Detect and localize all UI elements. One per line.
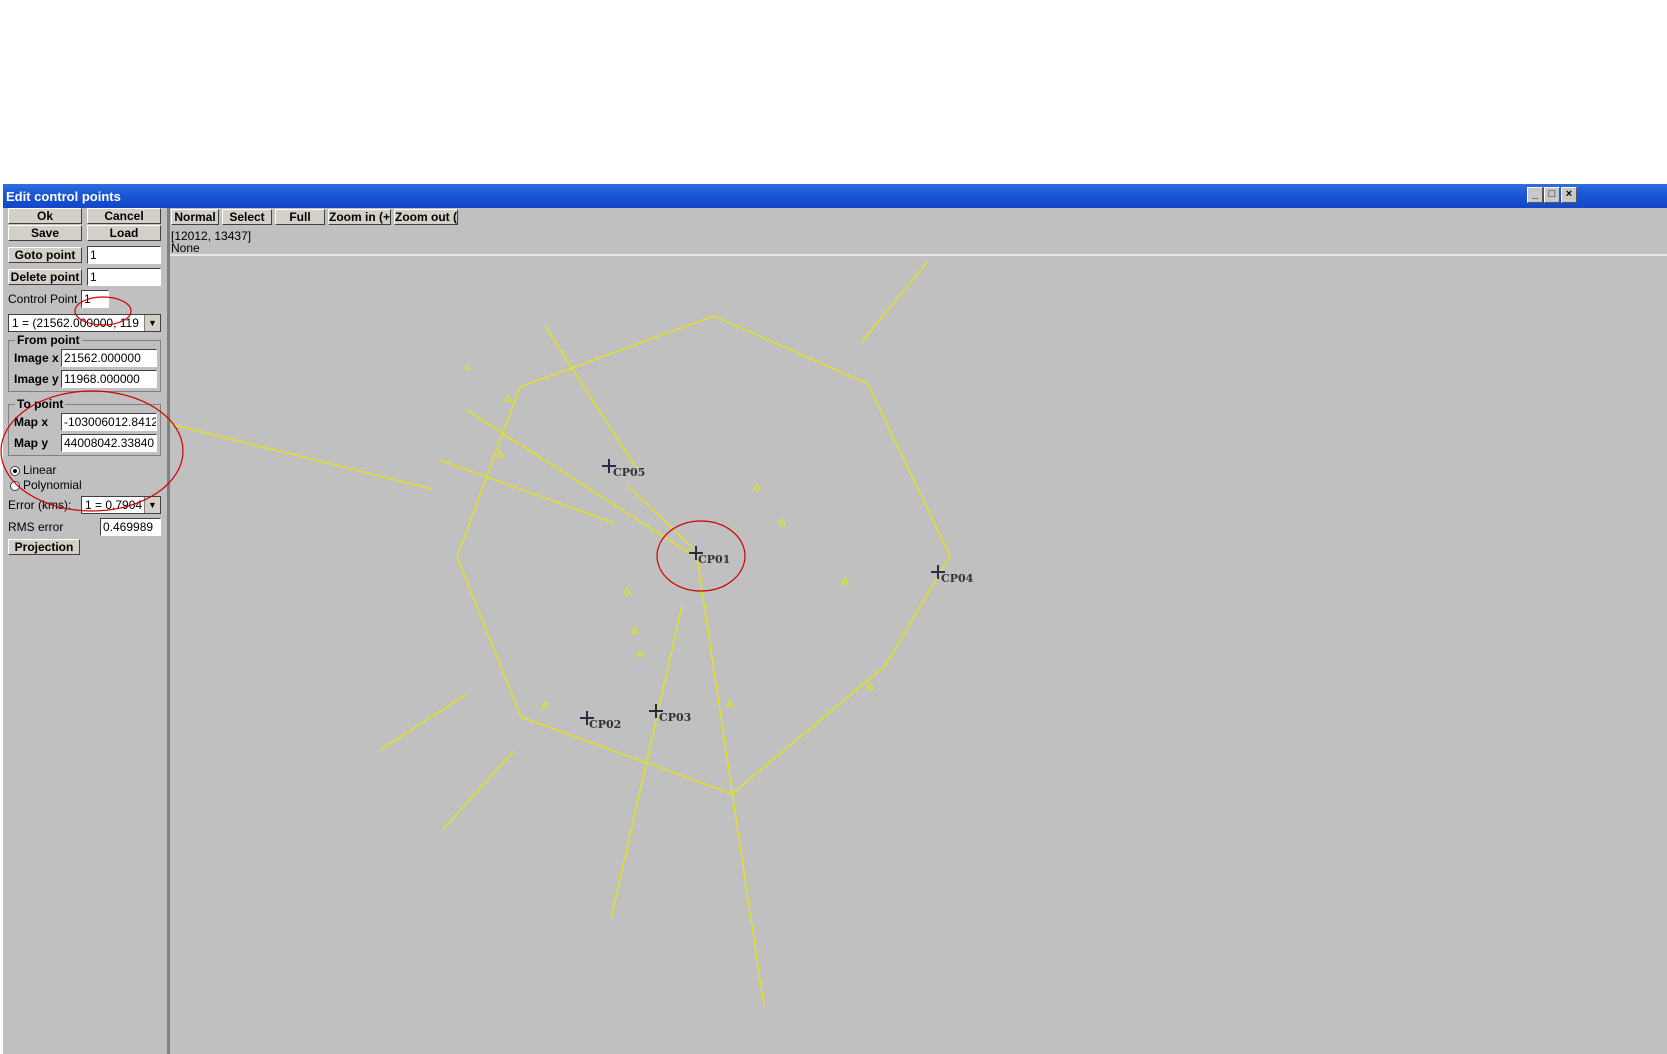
image-x-input[interactable]: 21562.000000	[61, 349, 157, 367]
cp05-label: CP05	[613, 466, 645, 479]
polynomial-radio[interactable]	[10, 481, 20, 491]
map-x-label: Map x	[14, 415, 49, 429]
save-button[interactable]: Save	[8, 225, 82, 241]
control-point-cp01[interactable]: CP01	[689, 546, 730, 566]
linear-label: Linear	[23, 463, 57, 477]
zoom-out-button[interactable]: Zoom out (-)	[394, 209, 458, 225]
from-point-group: From point Image x 21562.000000 Image y …	[8, 333, 161, 392]
goto-point-input[interactable]: 1	[87, 246, 161, 264]
control-panel: Ok Cancel Save Load Goto point 1 Delete …	[3, 208, 170, 1054]
chevron-down-icon[interactable]: ▼	[144, 497, 160, 513]
image-y-input[interactable]: 11968.000000	[61, 370, 157, 388]
delete-point-input[interactable]: 1	[87, 268, 161, 286]
map-y-input[interactable]: 44008042.33840	[61, 434, 157, 452]
to-point-caption: To point	[15, 397, 66, 411]
maximize-icon[interactable]: □	[1544, 187, 1560, 203]
residual-markers	[464, 365, 874, 709]
delete-point-button[interactable]: Delete point	[8, 269, 82, 285]
window-title: Edit control points	[6, 189, 121, 204]
map-panel: Normal Select Full Zoom in (+) Zoom out …	[170, 208, 1667, 1054]
control-point-input[interactable]: 1	[81, 290, 109, 308]
point-select[interactable]: 1 = (21562.000000, 119 ▼	[8, 314, 161, 332]
point-select-value: 1 = (21562.000000, 119	[12, 316, 139, 330]
to-point-group: To point Map x -103006012.8412 Map y 440…	[8, 397, 161, 456]
chevron-down-icon[interactable]: ▼	[144, 315, 160, 331]
control-point-cp02[interactable]: CP02	[580, 711, 621, 731]
vector-lines	[170, 260, 929, 1007]
status-area: [12012, 13437] None	[170, 228, 1667, 256]
selection-status: None	[171, 241, 200, 255]
title-bar[interactable]: Edit control points _ □ ×	[3, 184, 1667, 208]
full-button[interactable]: Full	[275, 209, 325, 225]
cp03-label: CP03	[659, 711, 691, 724]
load-button[interactable]: Load	[87, 225, 161, 241]
control-point-cp05[interactable]: CP05	[602, 459, 645, 479]
error-select[interactable]: 1 = 0.7904 ▼	[81, 496, 161, 514]
image-x-label: Image x	[14, 351, 59, 365]
zoom-in-button[interactable]: Zoom in (+)	[328, 209, 391, 225]
rms-value: 0.469989	[100, 518, 161, 536]
control-point-cp04[interactable]: CP04	[931, 565, 974, 585]
from-point-caption: From point	[15, 333, 82, 347]
linear-radio[interactable]	[10, 466, 20, 476]
normal-button[interactable]: Normal	[171, 209, 219, 225]
polynomial-label: Polynomial	[23, 478, 82, 492]
cp01-label: CP01	[698, 553, 730, 566]
close-icon[interactable]: ×	[1561, 187, 1577, 203]
ok-button[interactable]: Ok	[8, 208, 82, 224]
minimize-icon[interactable]: _	[1527, 187, 1543, 203]
projection-button[interactable]: Projection	[8, 539, 80, 555]
select-button[interactable]: Select	[222, 209, 272, 225]
cancel-button[interactable]: Cancel	[87, 208, 161, 224]
goto-point-button[interactable]: Goto point	[8, 247, 82, 263]
map-canvas[interactable]: CP01 CP02 CP03 CP04 CP05	[170, 256, 1667, 1054]
image-y-label: Image y	[14, 372, 59, 386]
control-point-label: Control Point	[8, 292, 78, 306]
rms-label: RMS error	[8, 520, 64, 534]
cp02-label: CP02	[589, 718, 621, 731]
map-x-input[interactable]: -103006012.8412	[61, 413, 157, 431]
edit-control-points-window: Edit control points _ □ × Ok Cancel Save…	[3, 184, 1667, 1054]
map-y-label: Map y	[14, 436, 49, 450]
error-label: Error (kms):	[8, 498, 72, 512]
error-select-value: 1 = 0.7904	[85, 498, 143, 512]
cp04-label: CP04	[941, 572, 974, 585]
